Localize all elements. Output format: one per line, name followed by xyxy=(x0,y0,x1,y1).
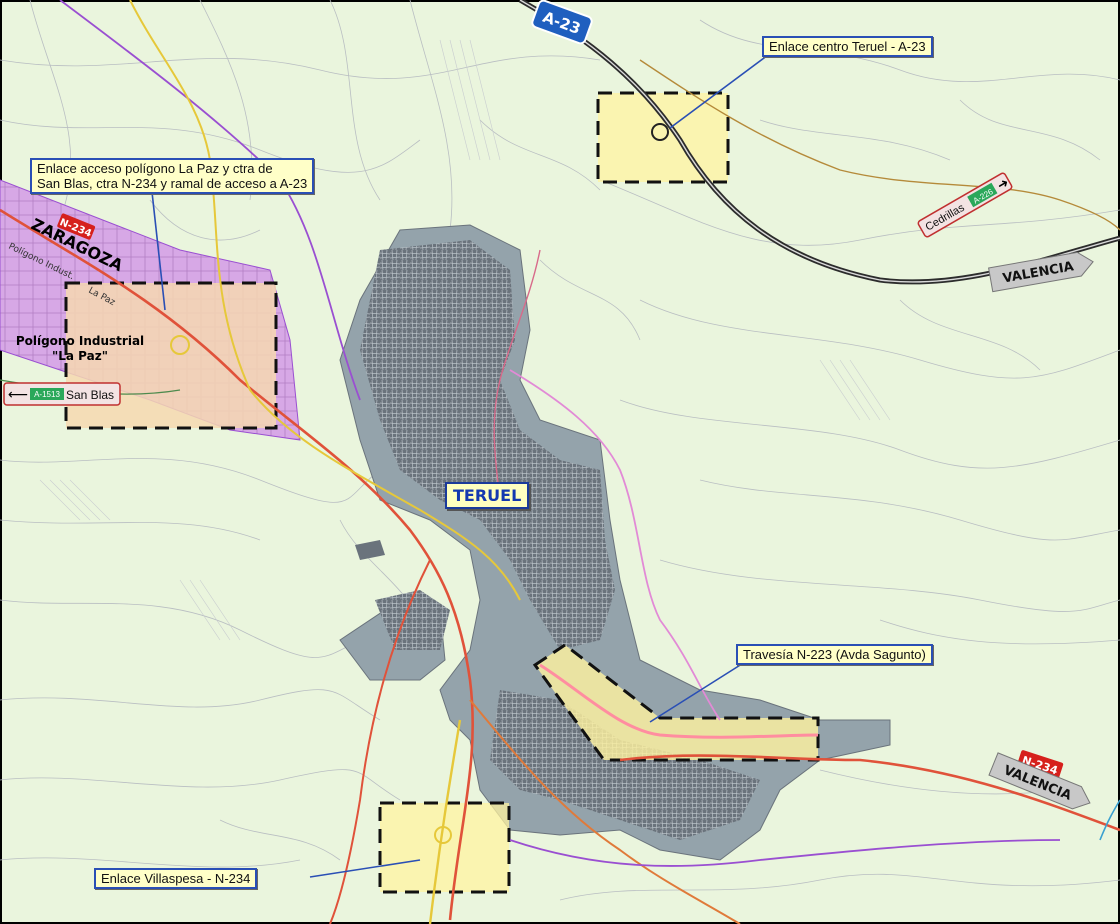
callout-villaspesa-text: Enlace Villaspesa - N-234 xyxy=(101,871,251,886)
area-label-poligono-la-paz: Polígono Industrial "La Paz" xyxy=(0,334,160,364)
map-svg: A-23 N-234 N-234 ZARAGOZA Polígono Indus… xyxy=(0,0,1120,924)
callout-enlace-centro: Enlace centro Teruel - A-23 xyxy=(762,36,933,57)
sign-san-blas-code: A-1513 xyxy=(34,390,60,399)
callout-enlace-centro-text: Enlace centro Teruel - A-23 xyxy=(769,39,926,54)
arrow-left-icon: ⟵ xyxy=(8,387,28,403)
zone-enlace-centro xyxy=(596,91,730,184)
map-canvas[interactable]: A-23 N-234 N-234 ZARAGOZA Polígono Indus… xyxy=(0,0,1120,924)
city-label-teruel: TERUEL xyxy=(445,482,530,509)
callout-enlace-la-paz-line2: San Blas, ctra N-234 y ramal de acceso a… xyxy=(37,176,308,191)
callout-enlace-la-paz-line1: Enlace acceso polígono La Paz y ctra de xyxy=(37,161,273,176)
callout-villaspesa: Enlace Villaspesa - N-234 xyxy=(94,868,258,889)
sign-san-blas-label: San Blas xyxy=(66,388,114,402)
area-label-line1: Polígono Industrial xyxy=(15,334,145,348)
sign-san-blas: ⟵ A-1513 San Blas xyxy=(3,382,121,406)
city-label-teruel-text: TERUEL xyxy=(453,486,522,505)
callout-travesia-text: Travesía N-223 (Avda Sagunto) xyxy=(743,647,926,662)
callout-travesia: Travesía N-223 (Avda Sagunto) xyxy=(736,644,933,665)
area-label-line2: "La Paz" xyxy=(52,349,108,363)
callout-enlace-la-paz: Enlace acceso polígono La Paz y ctra de … xyxy=(30,158,315,194)
